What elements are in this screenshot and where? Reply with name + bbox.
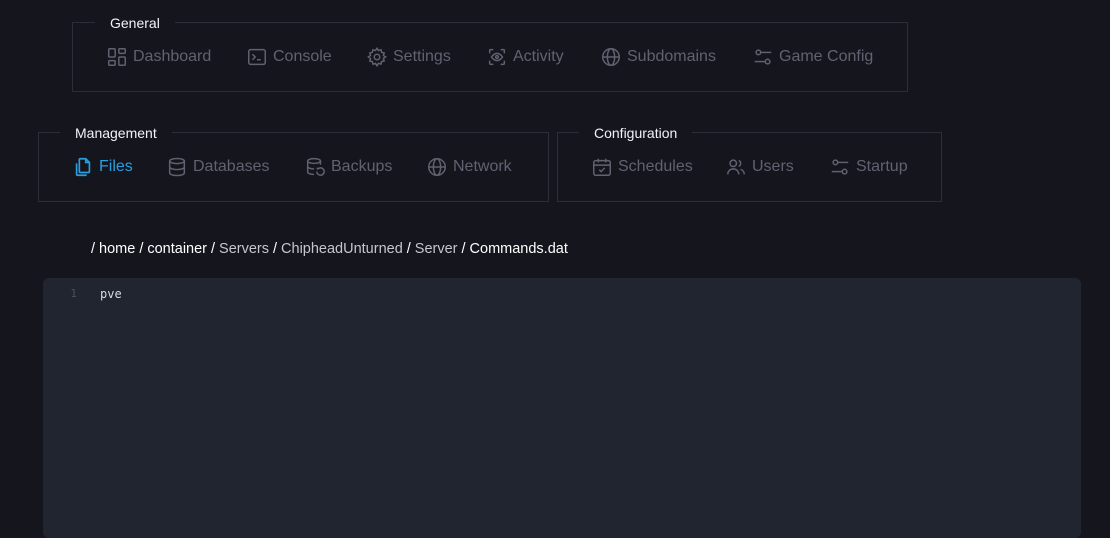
nav-databases-label: Databases — [193, 158, 270, 175]
nav-settings[interactable]: Settings — [366, 23, 451, 91]
startup-sliders-icon — [829, 156, 851, 178]
breadcrumb-separator: / — [211, 241, 216, 257]
breadcrumb-servers[interactable]: Servers — [219, 241, 269, 257]
nav-subdomains[interactable]: Subdomains — [600, 23, 716, 91]
breadcrumb-separator: / — [91, 241, 96, 257]
breadcrumb-separator: / — [406, 241, 411, 257]
nav-databases[interactable]: Databases — [166, 133, 270, 201]
nav-files-label: Files — [99, 158, 133, 175]
line-number: 1 — [70, 287, 77, 300]
code-editor[interactable]: 1 pve — [43, 278, 1081, 538]
nav-activity[interactable]: Activity — [486, 23, 564, 91]
breadcrumb-current-file: Commands.dat — [469, 241, 568, 257]
nav-dashboard-label: Dashboard — [133, 48, 212, 65]
calendar-check-icon — [591, 156, 613, 178]
breadcrumb-container[interactable]: container — [147, 241, 207, 257]
breadcrumb-separator: / — [461, 241, 466, 257]
breadcrumb-separator: / — [273, 241, 278, 257]
line-text[interactable]: pve — [100, 287, 122, 301]
breadcrumb-separator: / — [139, 241, 144, 257]
nav-startup[interactable]: Startup — [829, 133, 908, 201]
eye-scan-icon — [486, 46, 508, 68]
nav-subdomains-label: Subdomains — [627, 48, 716, 65]
nav-game-config[interactable]: Game Config — [752, 23, 873, 91]
breadcrumb: / home / container / Servers / ChipheadUnturned… — [91, 241, 568, 257]
nav-network-label: Network — [453, 158, 512, 175]
database-restore-icon — [304, 156, 326, 178]
nav-activity-label: Activity — [513, 48, 564, 65]
database-icon — [166, 156, 188, 178]
editor-line[interactable]: 1 pve — [43, 287, 122, 301]
nav-startup-label: Startup — [856, 158, 908, 175]
nav-network[interactable]: Network — [426, 133, 512, 201]
nav-console[interactable]: Console — [246, 23, 332, 91]
nav-game-config-label: Game Config — [779, 48, 874, 65]
dashboard-icon — [106, 46, 128, 68]
configuration-group: Configuration Schedules Users Startup — [557, 122, 942, 202]
files-icon — [72, 156, 94, 178]
nav-backups-label: Backups — [331, 158, 393, 175]
breadcrumb-chipheadunturned[interactable]: ChipheadUnturned — [281, 241, 403, 257]
nav-backups[interactable]: Backups — [304, 133, 392, 201]
nav-dashboard[interactable]: Dashboard — [106, 23, 211, 91]
general-group: General Dashboard Console Settings Activ… — [72, 12, 908, 92]
terminal-icon — [246, 46, 268, 68]
network-globe-icon — [426, 156, 448, 178]
breadcrumb-server[interactable]: Server — [415, 241, 458, 257]
globe-icon — [600, 46, 622, 68]
nav-settings-label: Settings — [393, 48, 451, 65]
users-icon — [725, 156, 747, 178]
nav-schedules[interactable]: Schedules — [591, 133, 693, 201]
management-group: Management Files Databases Backups Netwo… — [38, 122, 549, 202]
breadcrumb-home[interactable]: home — [99, 241, 135, 257]
nav-users[interactable]: Users — [725, 133, 794, 201]
sliders-icon — [752, 46, 774, 68]
gear-icon — [366, 46, 388, 68]
nav-console-label: Console — [273, 48, 332, 65]
nav-schedules-label: Schedules — [618, 158, 693, 175]
nav-users-label: Users — [752, 158, 794, 175]
nav-files[interactable]: Files — [72, 133, 133, 201]
